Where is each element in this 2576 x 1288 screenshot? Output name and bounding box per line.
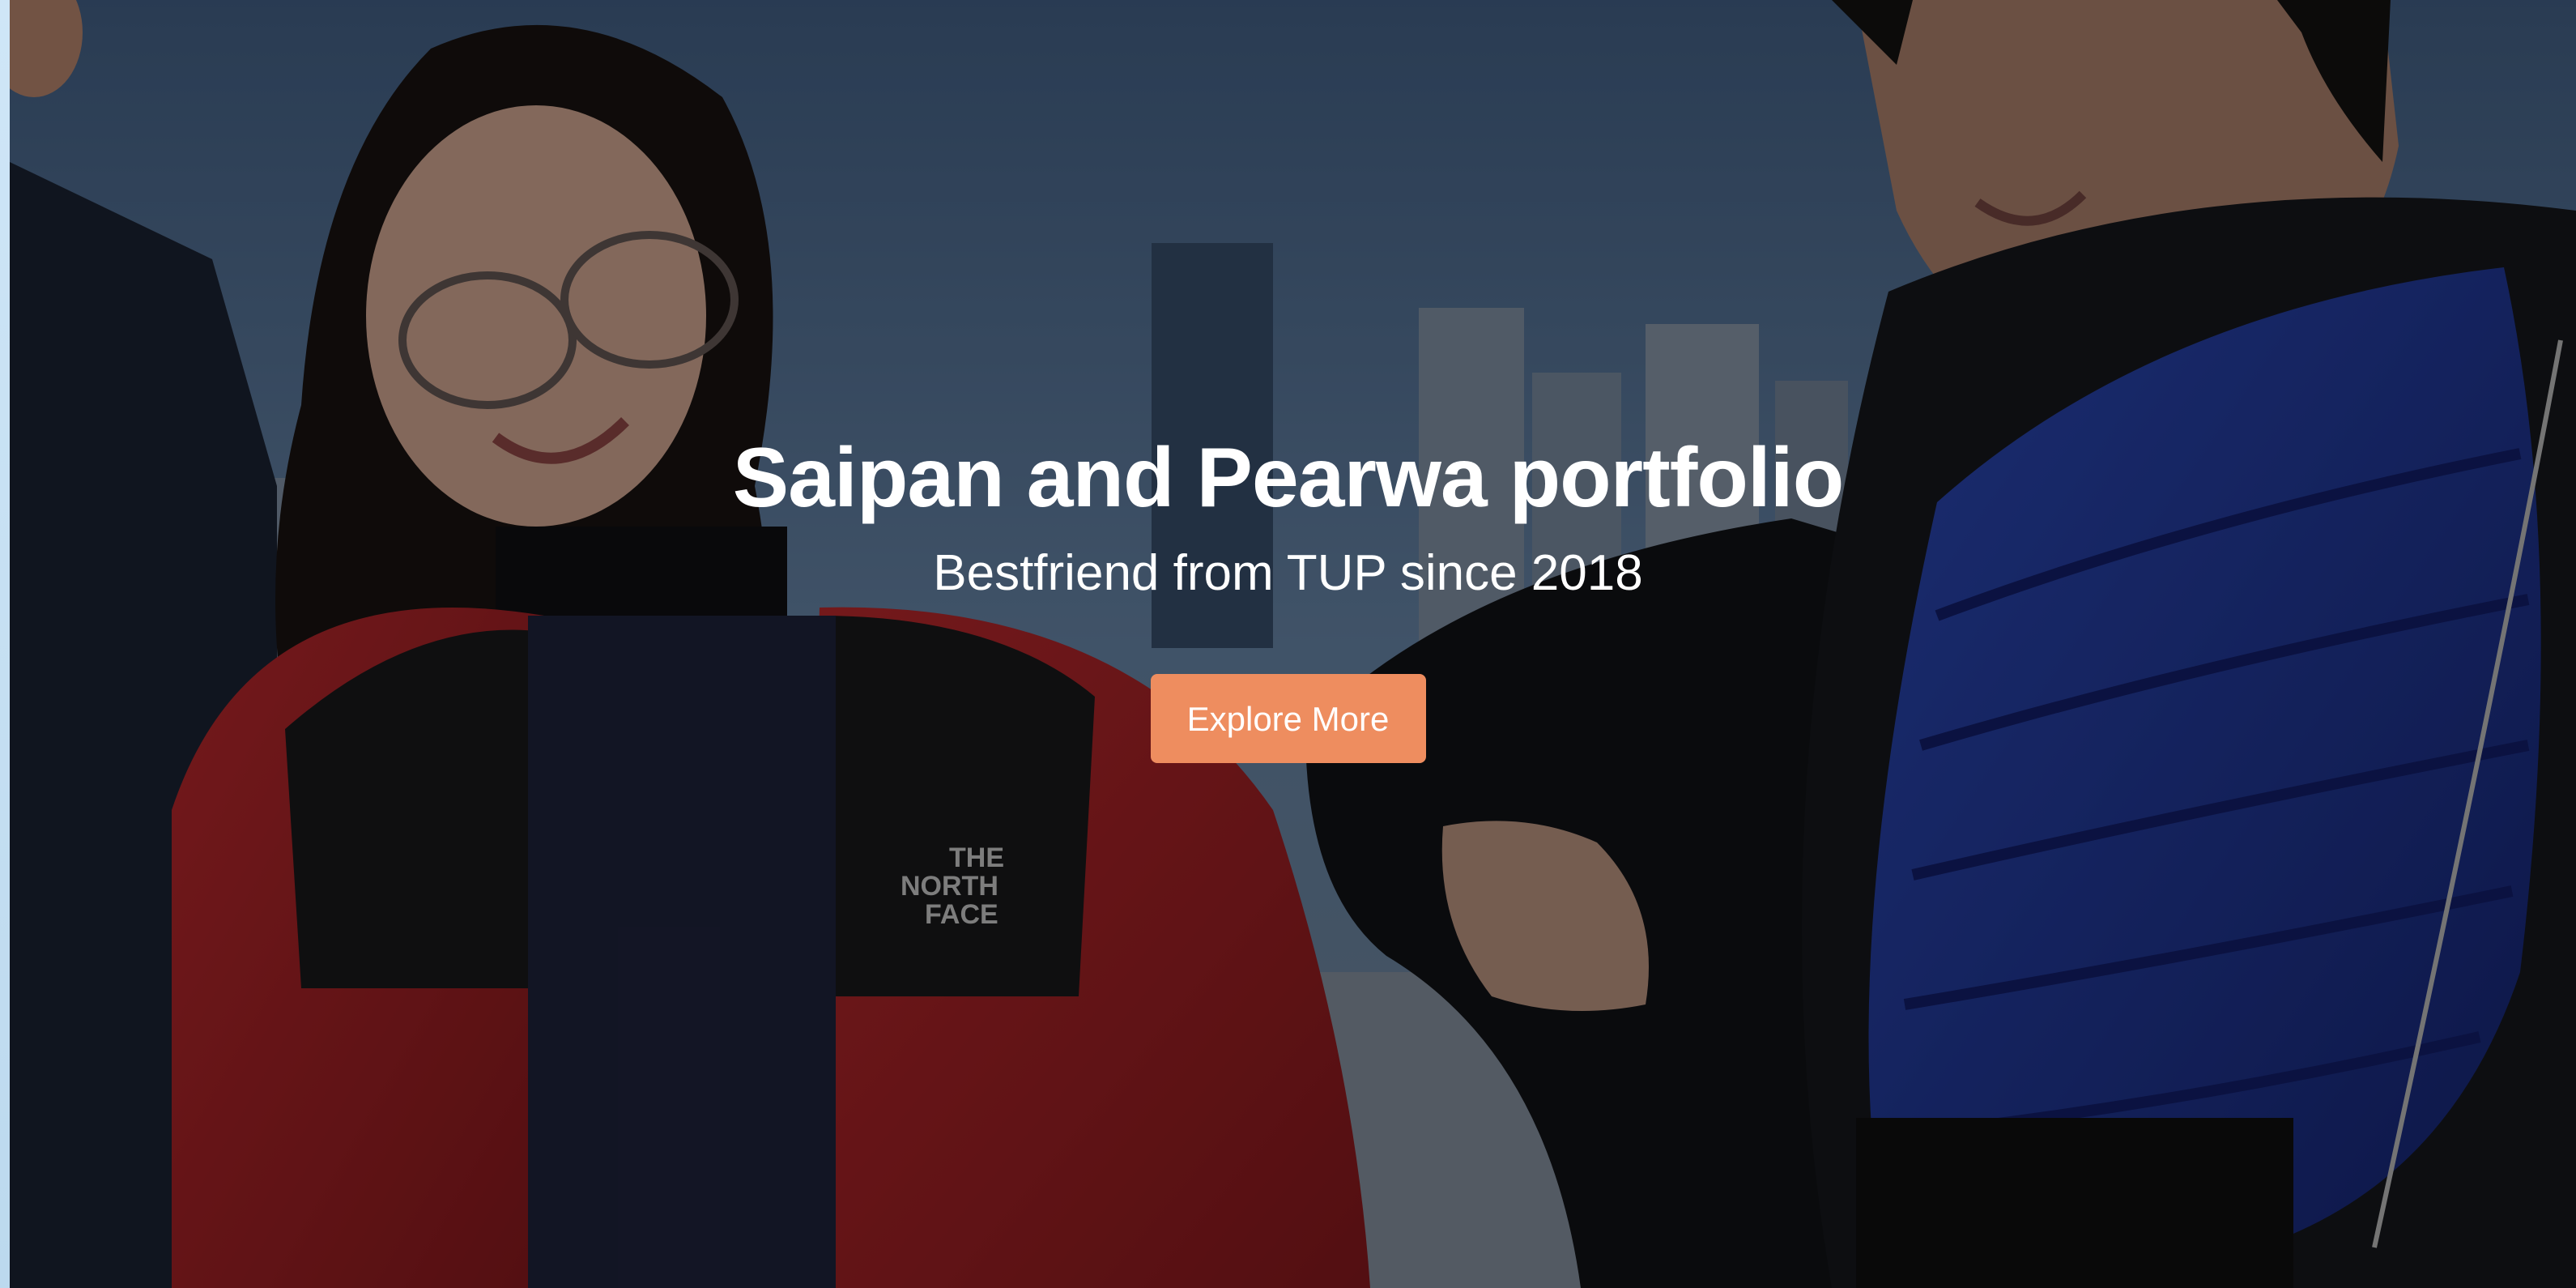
explore-more-button[interactable]: Explore More xyxy=(1150,674,1426,763)
hero-title: Saipan and Pearwa portfolio xyxy=(732,431,1844,525)
hero-subtitle: Bestfriend from TUP since 2018 xyxy=(933,545,1643,601)
hero-content: Saipan and Pearwa portfolio Bestfriend f… xyxy=(0,421,2576,763)
hero-section: THE NORTH FACE Saipan and Pearwa portfol… xyxy=(0,0,2576,1288)
